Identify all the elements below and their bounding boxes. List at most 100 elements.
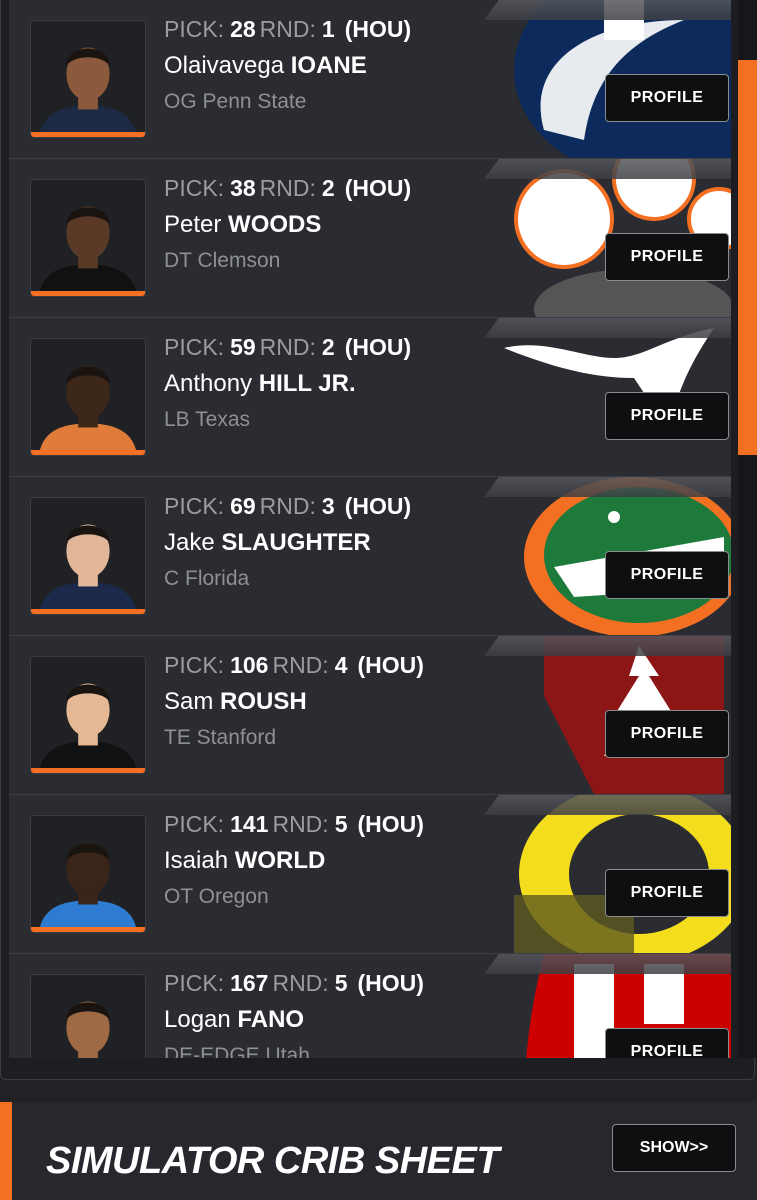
player-first-name: Isaiah xyxy=(164,847,229,874)
team-abbr: (HOU) xyxy=(357,811,424,837)
profile-button[interactable]: PROFILE xyxy=(605,233,729,281)
round-label: RND: xyxy=(259,16,316,42)
logo-tab xyxy=(484,318,731,338)
player-last-name: SLAUGHTER xyxy=(221,529,371,556)
team-abbr: (HOU) xyxy=(357,652,424,678)
player-last-name: ROUSH xyxy=(220,688,307,715)
player-headshot-icon xyxy=(66,1001,110,1058)
logo-tab xyxy=(484,954,731,974)
round-number: 5 xyxy=(334,970,348,996)
logo-tab xyxy=(484,795,731,815)
player-name: Sam ROUSH xyxy=(164,688,307,716)
crib-sheet-bar: SIMULATOR CRIB SHEET SHOW>> xyxy=(0,1102,757,1200)
player-last-name: WOODS xyxy=(228,211,322,238)
player-position-school: TE Stanford xyxy=(164,726,277,749)
profile-button[interactable]: PROFILE xyxy=(605,392,729,440)
round-number: 5 xyxy=(334,811,348,837)
player-photo xyxy=(30,974,146,1058)
player-position-school: DE-EDGE Utah xyxy=(164,1044,310,1058)
player-photo xyxy=(30,497,146,615)
pick-info: PICK: 106 RND: 4 (HOU) xyxy=(164,652,424,679)
player-last-name: FANO xyxy=(237,1006,305,1033)
player-position-school: LB Texas xyxy=(164,408,250,431)
pick-info: PICK: 167 RND: 5 (HOU) xyxy=(164,970,424,997)
photo-accent-bar xyxy=(31,291,145,296)
player-position-school: DT Clemson xyxy=(164,249,281,272)
player-name: Olaivavega IOANE xyxy=(164,52,367,80)
crib-sheet-title: SIMULATOR CRIB SHEET xyxy=(46,1140,500,1182)
team-abbr: (HOU) xyxy=(344,493,412,519)
pick-label: PICK: xyxy=(164,970,225,996)
photo-accent-bar xyxy=(31,768,145,773)
profile-button[interactable]: PROFILE xyxy=(605,1028,729,1058)
pick-info: PICK: 38 RND: 2 (HOU) xyxy=(164,175,411,202)
profile-button[interactable]: PROFILE xyxy=(605,74,729,122)
team-abbr: (HOU) xyxy=(357,970,424,996)
pick-row: PICK: 167 RND: 5 (HOU) Logan FANO DE-EDGE Ut… xyxy=(9,954,731,1058)
scrollbar[interactable] xyxy=(738,0,757,1058)
profile-button[interactable]: PROFILE xyxy=(605,869,729,917)
pick-info: PICK: 141 RND: 5 (HOU) xyxy=(164,811,424,838)
logo-tab xyxy=(484,0,731,20)
player-photo xyxy=(30,179,146,297)
round-label: RND: xyxy=(272,970,329,996)
player-name: Logan FANO xyxy=(164,1006,304,1034)
logo-tab xyxy=(484,636,731,656)
player-headshot-icon xyxy=(38,47,138,137)
logo-tab xyxy=(484,477,731,497)
round-number: 3 xyxy=(321,493,335,519)
player-headshot-icon xyxy=(38,842,138,932)
round-number: 2 xyxy=(321,334,335,360)
pick-number: 69 xyxy=(230,493,256,519)
pick-label: PICK: xyxy=(164,334,225,360)
draft-picks-panel: PICK: 28 RND: 1 (HOU) Olaivavega IOANE OG Pe… xyxy=(0,0,757,1080)
player-name: Anthony HILL JR. xyxy=(164,370,356,398)
draft-picks-list: PICK: 28 RND: 1 (HOU) Olaivavega IOANE OG Pe… xyxy=(9,0,731,1058)
pick-label: PICK: xyxy=(164,175,225,201)
photo-accent-bar xyxy=(31,927,145,932)
team-abbr: (HOU) xyxy=(344,16,412,42)
round-label: RND: xyxy=(259,175,316,201)
photo-accent-bar xyxy=(31,609,145,614)
pick-number: 28 xyxy=(230,16,256,42)
player-photo xyxy=(30,338,146,456)
player-last-name: WORLD xyxy=(234,847,326,874)
crib-accent-stripe xyxy=(0,1102,12,1200)
scrollbar-thumb[interactable] xyxy=(738,60,757,455)
player-name: Peter WOODS xyxy=(164,211,321,239)
pick-row: PICK: 106 RND: 4 (HOU) Sam ROUSH TE Stanford… xyxy=(9,636,731,795)
pick-number: 141 xyxy=(230,811,269,837)
player-position-school: OT Oregon xyxy=(164,885,269,908)
round-number: 2 xyxy=(321,175,335,201)
photo-accent-bar xyxy=(31,132,145,137)
player-first-name: Peter xyxy=(164,211,222,238)
player-photo xyxy=(30,20,146,138)
player-first-name: Jake xyxy=(164,529,215,556)
player-name: Isaiah WORLD xyxy=(164,847,325,875)
player-headshot-icon xyxy=(38,683,138,773)
show-button[interactable]: SHOW>> xyxy=(612,1124,736,1172)
pick-info: PICK: 28 RND: 1 (HOU) xyxy=(164,16,411,43)
player-first-name: Logan xyxy=(164,1006,231,1033)
pick-row: PICK: 141 RND: 5 (HOU) Isaiah WORLD OT Orego… xyxy=(9,795,731,954)
pick-label: PICK: xyxy=(164,652,225,678)
pick-info: PICK: 69 RND: 3 (HOU) xyxy=(164,493,411,520)
photo-accent-bar xyxy=(31,450,145,455)
player-name: Jake SLAUGHTER xyxy=(164,529,371,557)
player-last-name: IOANE xyxy=(290,52,367,79)
pick-number: 167 xyxy=(230,970,269,996)
pick-number: 38 xyxy=(230,175,256,201)
profile-button[interactable]: PROFILE xyxy=(605,551,729,599)
pick-row: PICK: 28 RND: 1 (HOU) Olaivavega IOANE OG Pe… xyxy=(9,0,731,159)
player-first-name: Olaivavega xyxy=(164,52,285,79)
round-label: RND: xyxy=(272,811,329,837)
pick-label: PICK: xyxy=(164,16,225,42)
pick-row: PICK: 38 RND: 2 (HOU) Peter WOODS DT Clemson… xyxy=(9,159,731,318)
player-position-school: OG Penn State xyxy=(164,90,307,113)
pick-label: PICK: xyxy=(164,811,225,837)
player-first-name: Sam xyxy=(164,688,214,715)
player-headshot-icon xyxy=(38,524,138,614)
profile-button[interactable]: PROFILE xyxy=(605,710,729,758)
player-photo xyxy=(30,815,146,933)
pick-number: 59 xyxy=(230,334,256,360)
